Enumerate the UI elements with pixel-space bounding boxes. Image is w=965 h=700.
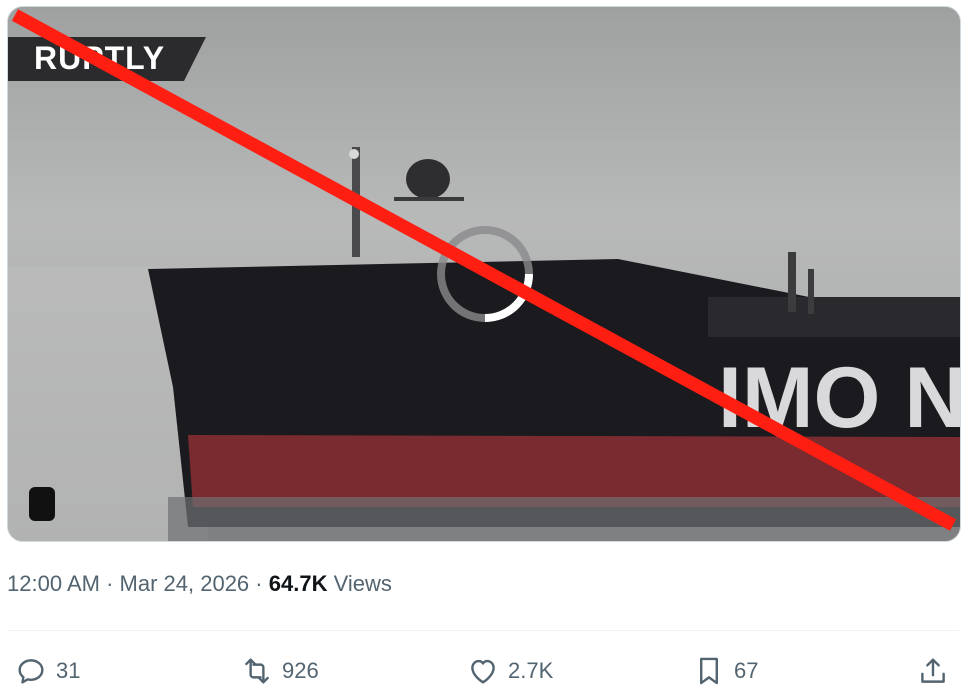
heart-icon: [471, 659, 495, 684]
ruptly-watermark: RUPTLY: [8, 37, 208, 81]
like-button[interactable]: 2.7K: [466, 648, 553, 694]
meta-separator: ·: [106, 571, 114, 596]
tweet-meta: 12:00 AM · Mar 24, 2026 · 64.7K Views: [7, 571, 392, 597]
action-bar: 31 926 2.7K 67: [0, 648, 965, 694]
repost-icon: [245, 658, 269, 684]
repost-button[interactable]: 926: [240, 648, 319, 694]
bookmark-icon: [700, 657, 718, 685]
meta-separator: ·: [255, 571, 263, 596]
share-icon: [921, 658, 945, 683]
bookmark-count: 67: [734, 658, 759, 683]
repost-count: 926: [282, 658, 319, 683]
bookmark-button[interactable]: 67: [692, 648, 758, 694]
post-time[interactable]: 12:00 AM: [7, 571, 100, 596]
divider: [7, 630, 959, 631]
video-player[interactable]: IMO N RUPTLY: [7, 6, 961, 542]
views-count: 64.7K: [268, 571, 328, 596]
video-badge: [29, 487, 55, 521]
post-date[interactable]: Mar 24, 2026: [120, 571, 250, 596]
reply-icon: [18, 659, 44, 684]
hull-lettering: IMO N: [718, 350, 960, 446]
watermark-text: RUPTLY: [34, 40, 166, 76]
reply-button[interactable]: 31: [14, 648, 80, 694]
views-label: Views: [333, 571, 392, 596]
like-count: 2.7K: [508, 658, 554, 683]
share-button[interactable]: [916, 648, 950, 694]
loading-spinner-icon: [437, 226, 533, 322]
reply-count: 31: [56, 658, 81, 683]
